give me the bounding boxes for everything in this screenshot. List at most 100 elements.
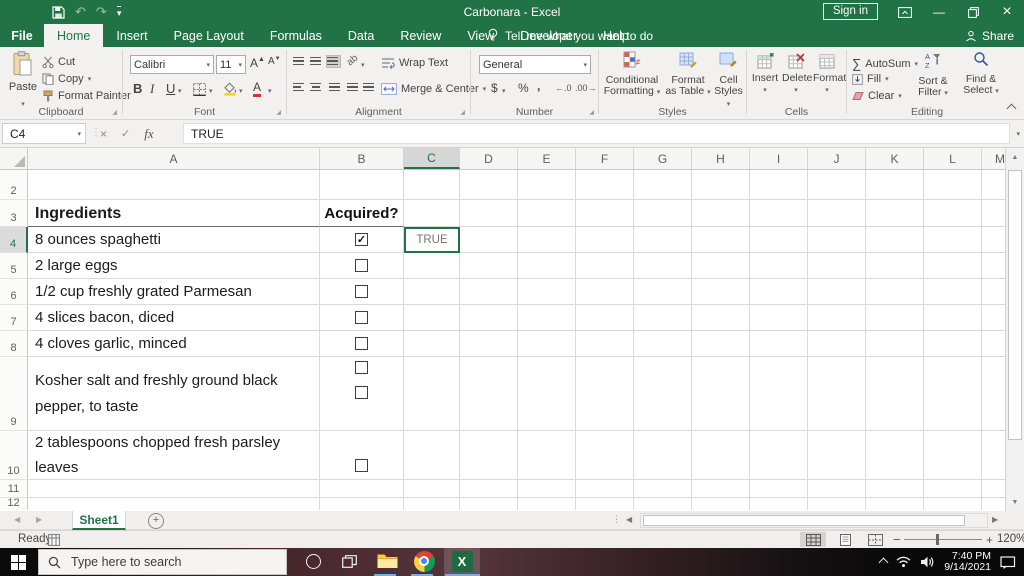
row-header-8[interactable]: 8: [0, 331, 28, 357]
cell-c4-selected[interactable]: TRUE: [404, 227, 460, 253]
start-button[interactable]: [11, 555, 26, 570]
cell-a9[interactable]: Kosher salt and freshly ground black pep…: [28, 357, 320, 431]
orientation-icon[interactable]: ab: [345, 53, 361, 69]
row-header-10[interactable]: 10: [0, 431, 28, 480]
zoom-slider[interactable]: [904, 539, 982, 540]
cortana-button[interactable]: [296, 548, 330, 574]
tray-expand-icon[interactable]: [878, 557, 889, 567]
sort-filter-button[interactable]: AZ Sort & Filter ▾: [909, 51, 957, 100]
file-explorer-button[interactable]: [370, 548, 404, 574]
empty-cells[interactable]: [460, 331, 1005, 357]
enter-icon[interactable]: ✓: [121, 127, 130, 140]
tab-insert[interactable]: Insert: [103, 24, 160, 47]
sheet-tab-sheet1[interactable]: Sheet1: [72, 511, 126, 530]
row-header-12[interactable]: 12: [0, 497, 28, 510]
comma-style-icon[interactable]: ,: [537, 79, 540, 93]
taskbar-search-input[interactable]: Type here to search: [38, 549, 287, 575]
cell-a2[interactable]: [28, 170, 320, 200]
checkbox-pepper[interactable]: [355, 386, 368, 399]
empty-cells[interactable]: [460, 431, 1005, 480]
find-select-button[interactable]: Find & Select ▾: [960, 51, 1002, 98]
align-left-icon[interactable]: [293, 82, 306, 93]
horizontal-scroll-thumb[interactable]: [643, 515, 965, 526]
delete-button[interactable]: Delete ▾: [782, 53, 812, 96]
column-header-c[interactable]: C: [404, 148, 460, 169]
number-dialog-launcher-icon[interactable]: ◢: [589, 109, 594, 116]
empty-cells[interactable]: [460, 170, 1005, 200]
empty-cells[interactable]: [460, 480, 1005, 498]
add-sheet-button[interactable]: +: [148, 513, 164, 529]
name-box-dropdown-icon[interactable]: ▾: [77, 130, 81, 138]
tab-data[interactable]: Data: [335, 24, 387, 47]
cell-b12[interactable]: [320, 498, 404, 510]
select-all-corner[interactable]: [0, 148, 28, 169]
column-header-g[interactable]: G: [634, 148, 692, 169]
hscroll-right-icon[interactable]: ▶: [992, 515, 998, 524]
cell-c7[interactable]: [404, 305, 460, 331]
tab-file[interactable]: File: [0, 24, 44, 47]
column-header-a[interactable]: A: [28, 148, 320, 169]
cell-a3-ingredients-header[interactable]: Ingredients: [28, 200, 320, 227]
sign-in-button[interactable]: Sign in: [822, 3, 878, 20]
row-header-7[interactable]: 7: [0, 305, 28, 331]
alignment-dialog-launcher-icon[interactable]: ◢: [460, 109, 465, 116]
column-header-f[interactable]: F: [576, 148, 634, 169]
restore-button[interactable]: [956, 0, 990, 24]
empty-cells[interactable]: [460, 279, 1005, 305]
format-painter-button[interactable]: Format Painter: [42, 90, 131, 102]
cell-b5[interactable]: [320, 253, 404, 279]
cell-b4[interactable]: [320, 227, 404, 253]
underline-button[interactable]: U: [166, 81, 175, 96]
chrome-button[interactable]: [407, 548, 441, 574]
ribbon-display-options-button[interactable]: [888, 0, 922, 24]
decrease-font-icon[interactable]: A▼: [268, 56, 281, 67]
volume-icon[interactable]: [920, 556, 935, 568]
cell-a7[interactable]: 4 slices bacon, diced: [28, 305, 320, 331]
cell-a8[interactable]: 4 cloves garlic, minced: [28, 331, 320, 357]
tab-home[interactable]: Home: [44, 24, 104, 47]
zoom-slider-thumb[interactable]: [936, 534, 939, 545]
increase-decimal-icon[interactable]: ←.0: [555, 83, 572, 93]
prev-sheet-icon[interactable]: ◀: [14, 515, 20, 524]
expand-formula-bar-icon[interactable]: ▾: [1016, 130, 1020, 138]
tab-review[interactable]: Review: [387, 24, 454, 47]
column-header-k[interactable]: K: [866, 148, 924, 169]
zoom-out-icon[interactable]: −: [893, 532, 901, 547]
cell-c2[interactable]: [404, 170, 460, 200]
middle-align-icon[interactable]: [310, 56, 323, 67]
checkbox-garlic[interactable]: [355, 337, 368, 350]
borders-dropdown-icon[interactable]: ▾: [209, 87, 213, 95]
wrap-text-button[interactable]: Wrap Text: [381, 57, 448, 69]
checkbox-salt[interactable]: [355, 361, 368, 374]
insert-function-icon[interactable]: fx: [144, 126, 153, 142]
cell-b2[interactable]: [320, 170, 404, 200]
cell-a5[interactable]: 2 large eggs: [28, 253, 320, 279]
column-header-l[interactable]: L: [924, 148, 982, 169]
normal-view-button[interactable]: [800, 532, 826, 547]
page-layout-view-button[interactable]: [832, 532, 858, 547]
next-sheet-icon[interactable]: ▶: [36, 515, 42, 524]
borders-icon[interactable]: [193, 83, 206, 96]
increase-indent-icon[interactable]: [363, 82, 376, 93]
excel-taskbar-button[interactable]: X: [445, 548, 479, 574]
cell-c8[interactable]: [404, 331, 460, 357]
hscroll-left-icon[interactable]: ◀: [626, 515, 632, 524]
name-box[interactable]: C4 ▾: [2, 123, 86, 144]
minimize-button[interactable]: —: [922, 0, 956, 24]
conditional-formatting-button[interactable]: ≠ Conditional Formatting ▾: [602, 51, 662, 99]
cell-b10[interactable]: [320, 431, 404, 480]
paste-button[interactable]: Paste ▾: [8, 51, 38, 111]
number-format-combo[interactable]: General ▾: [479, 55, 591, 74]
underline-dropdown-icon[interactable]: ▾: [178, 87, 182, 95]
column-header-h[interactable]: H: [692, 148, 750, 169]
column-header-j[interactable]: J: [808, 148, 866, 169]
empty-cells[interactable]: [460, 498, 1005, 510]
row-header-6[interactable]: 6: [0, 279, 28, 305]
collapse-ribbon-icon[interactable]: [1006, 103, 1017, 114]
fill-color-dropdown-icon[interactable]: ▾: [239, 87, 243, 95]
row-header-9[interactable]: 9: [0, 357, 28, 431]
cell-c3[interactable]: [404, 200, 460, 227]
checkbox-parsley[interactable]: [355, 459, 368, 472]
orientation-dropdown-icon[interactable]: ▾: [361, 61, 365, 69]
cancel-icon[interactable]: ×: [100, 127, 107, 141]
